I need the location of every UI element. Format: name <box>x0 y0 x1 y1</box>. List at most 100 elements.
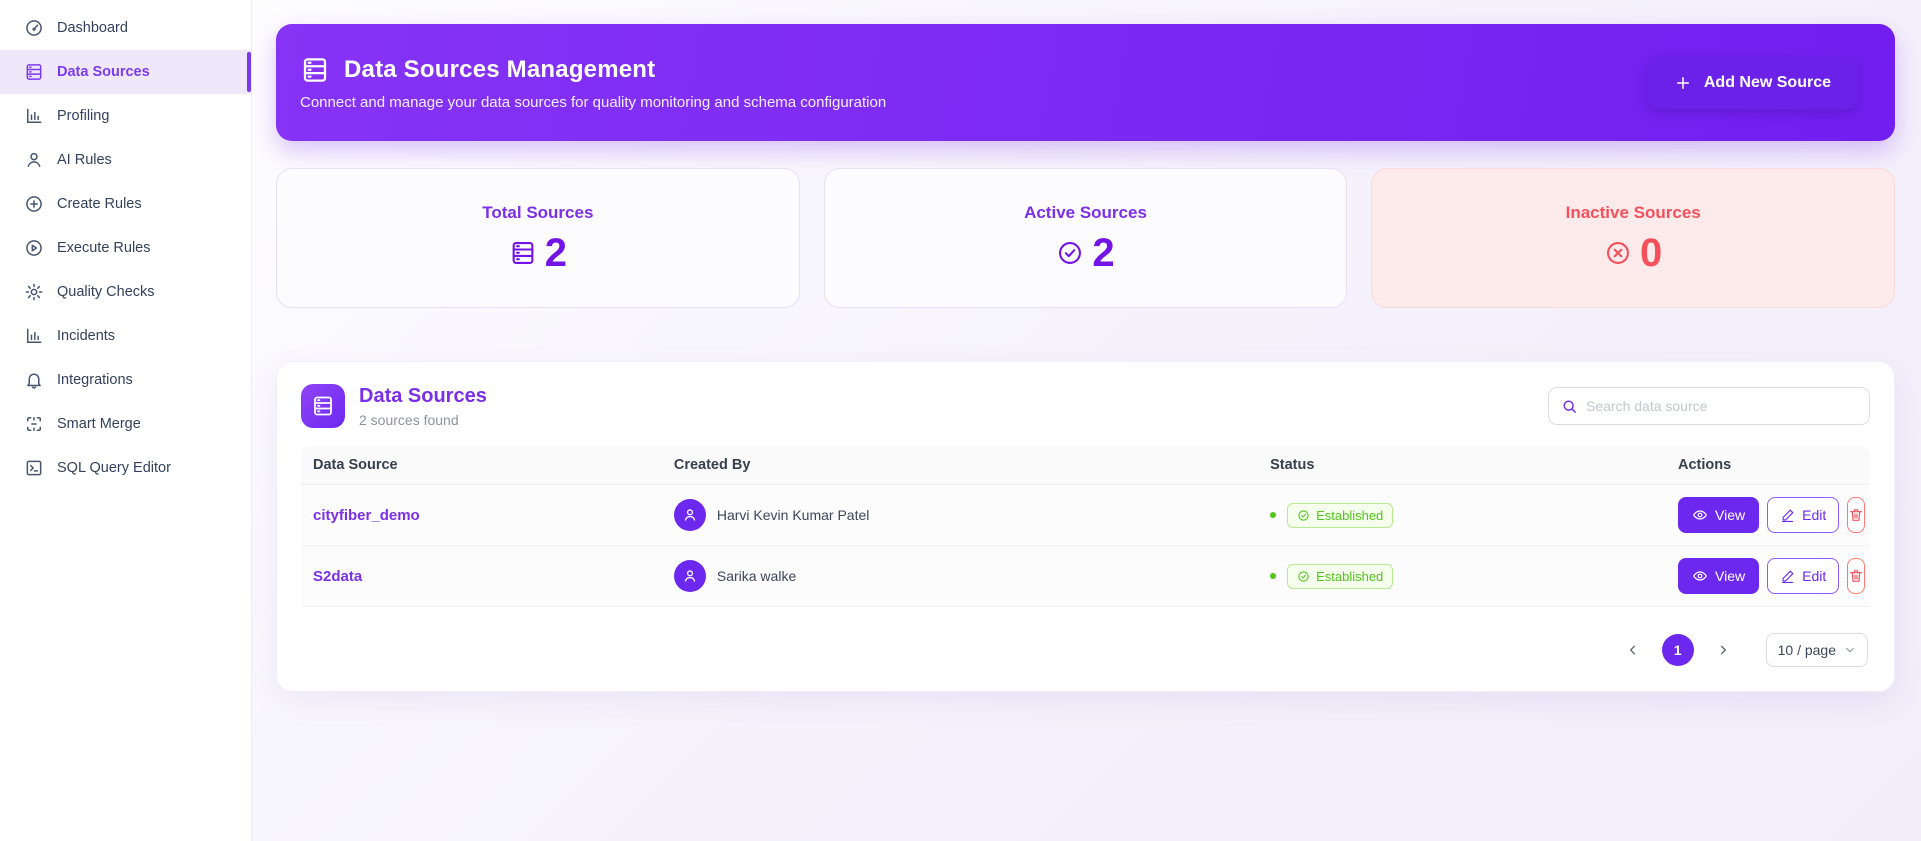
trash-icon <box>1850 570 1863 582</box>
status-label: Established <box>1316 568 1384 584</box>
status-badge: Established <box>1287 563 1394 589</box>
check-circle-icon <box>1298 570 1309 582</box>
card-title: Data Sources <box>359 384 487 407</box>
avatar <box>673 560 706 592</box>
page-header-banner: Data Sources Management Connect and mana… <box>276 24 1895 141</box>
user-icon <box>684 570 696 582</box>
status-dot <box>1270 512 1277 518</box>
user-icon <box>684 509 696 521</box>
sidebar-item-label: Dashboard <box>57 20 128 36</box>
chevron-left-icon <box>1629 645 1635 655</box>
merge-icon <box>27 417 41 431</box>
pagination: 1 10 / page <box>301 633 1870 667</box>
sidebar-item-label: Integrations <box>57 372 133 388</box>
column-header-created-by: Created By <box>661 446 1259 485</box>
table-row: cityfiber_demo Harvi Kevin Kumar Patel E… <box>301 484 1870 546</box>
sidebar-item-create-rules[interactable]: Create Rules <box>0 182 251 226</box>
sidebar-item-label: Create Rules <box>57 196 142 212</box>
column-header-status: Status <box>1258 446 1667 485</box>
edit-pen-icon <box>1782 509 1794 522</box>
data-sources-table: Data Source Created By Status Actions ci… <box>301 446 1870 607</box>
sidebar-item-execute-rules[interactable]: Execute Rules <box>0 226 251 270</box>
stat-label: Active Sources <box>1024 203 1147 222</box>
stat-card-total-sources: Total Sources 2 <box>276 168 800 308</box>
sidebar-item-incidents[interactable]: Incidents <box>0 314 251 358</box>
edit-label: Edit <box>1802 568 1827 584</box>
database-icon <box>314 396 332 416</box>
sources-found-count: 2 sources found <box>359 411 459 428</box>
main-content: Data Sources Management Connect and mana… <box>252 0 1921 841</box>
edit-button[interactable]: Edit <box>1767 497 1840 533</box>
eye-icon <box>1693 571 1707 581</box>
column-header-data-source: Data Source <box>301 446 662 485</box>
sidebar-item-quality-checks[interactable]: Quality Checks <box>0 270 251 314</box>
check-circle-icon <box>1059 242 1082 264</box>
edit-pen-icon <box>1782 570 1794 583</box>
status-dot <box>1270 573 1277 579</box>
bar-chart-icon <box>27 328 42 343</box>
card-icon-tile <box>301 384 345 428</box>
page-subtitle: Connect and manage your data sources for… <box>300 93 887 111</box>
stat-value: 2 <box>544 231 567 275</box>
status-label: Established <box>1316 507 1384 523</box>
banner-text: Data Sources Management Connect and mana… <box>300 55 886 111</box>
add-new-source-label: Add New Source <box>1703 73 1831 91</box>
sidebar-item-dashboard[interactable]: Dashboard <box>0 6 251 50</box>
user-icon <box>27 152 41 167</box>
view-button[interactable]: View <box>1678 497 1760 533</box>
edit-button[interactable]: Edit <box>1767 558 1840 594</box>
sidebar-item-profiling[interactable]: Profiling <box>0 94 251 138</box>
page-size-select[interactable]: 10 / page <box>1765 633 1868 667</box>
stat-label: Total Sources <box>482 203 594 222</box>
page-number-button[interactable]: 1 <box>1661 634 1694 666</box>
database-icon <box>512 242 534 264</box>
edit-label: Edit <box>1802 507 1827 523</box>
stat-value: 2 <box>1092 231 1115 275</box>
sidebar-item-ai-rules[interactable]: AI Rules <box>0 138 251 182</box>
sidebar-item-smart-merge[interactable]: Smart Merge <box>0 402 251 446</box>
sidebar-item-label: Data Sources <box>57 64 150 80</box>
data-sources-card: Data Sources 2 sources found Data Source… <box>276 361 1895 692</box>
sidebar: Dashboard Data Sources Profiling AI Rule… <box>0 0 252 841</box>
source-name-link[interactable]: S2data <box>313 568 362 585</box>
sidebar-item-label: SQL Query Editor <box>57 460 171 476</box>
view-label: View <box>1715 568 1746 584</box>
stat-label: Inactive Sources <box>1565 203 1701 222</box>
search-input[interactable] <box>1586 398 1857 414</box>
x-circle-icon <box>1607 242 1630 264</box>
delete-button[interactable] <box>1847 497 1866 533</box>
search-box <box>1548 387 1870 425</box>
stat-card-inactive-sources: Inactive Sources 0 <box>1371 168 1896 308</box>
status-badge: Established <box>1287 502 1394 528</box>
play-circle-icon <box>26 240 42 256</box>
check-circle-icon <box>1298 509 1309 521</box>
gear-icon <box>25 283 43 301</box>
chevron-down-icon <box>1846 647 1854 653</box>
sidebar-item-data-sources[interactable]: Data Sources <box>0 50 251 94</box>
dashboard-icon <box>26 20 42 36</box>
source-name-link[interactable]: cityfiber_demo <box>313 507 420 524</box>
delete-button[interactable] <box>1847 558 1866 594</box>
next-page-button[interactable] <box>1710 637 1736 663</box>
created-by-name: Sarika walke <box>716 568 797 584</box>
terminal-icon <box>26 460 42 476</box>
sidebar-item-label: Profiling <box>57 108 110 124</box>
view-label: View <box>1715 507 1746 523</box>
sidebar-item-label: Smart Merge <box>57 416 141 432</box>
view-button[interactable]: View <box>1678 558 1760 594</box>
database-icon <box>26 64 42 80</box>
sidebar-item-integrations[interactable]: Integrations <box>0 358 251 402</box>
sidebar-item-label: AI Rules <box>57 152 112 168</box>
sidebar-item-label: Execute Rules <box>57 240 151 256</box>
previous-page-button[interactable] <box>1620 637 1646 663</box>
sidebar-item-sql-query-editor[interactable]: SQL Query Editor <box>0 446 251 490</box>
column-header-actions: Actions <box>1666 446 1870 485</box>
plus-circle-icon <box>26 196 42 212</box>
avatar <box>673 499 706 531</box>
bell-icon <box>27 373 41 389</box>
sidebar-item-label: Quality Checks <box>57 284 155 300</box>
add-new-source-button[interactable]: Add New Source <box>1647 56 1857 109</box>
page-size-value: 10 / page <box>1777 642 1836 658</box>
chevron-right-icon <box>1720 645 1726 655</box>
eye-icon <box>1693 510 1707 520</box>
